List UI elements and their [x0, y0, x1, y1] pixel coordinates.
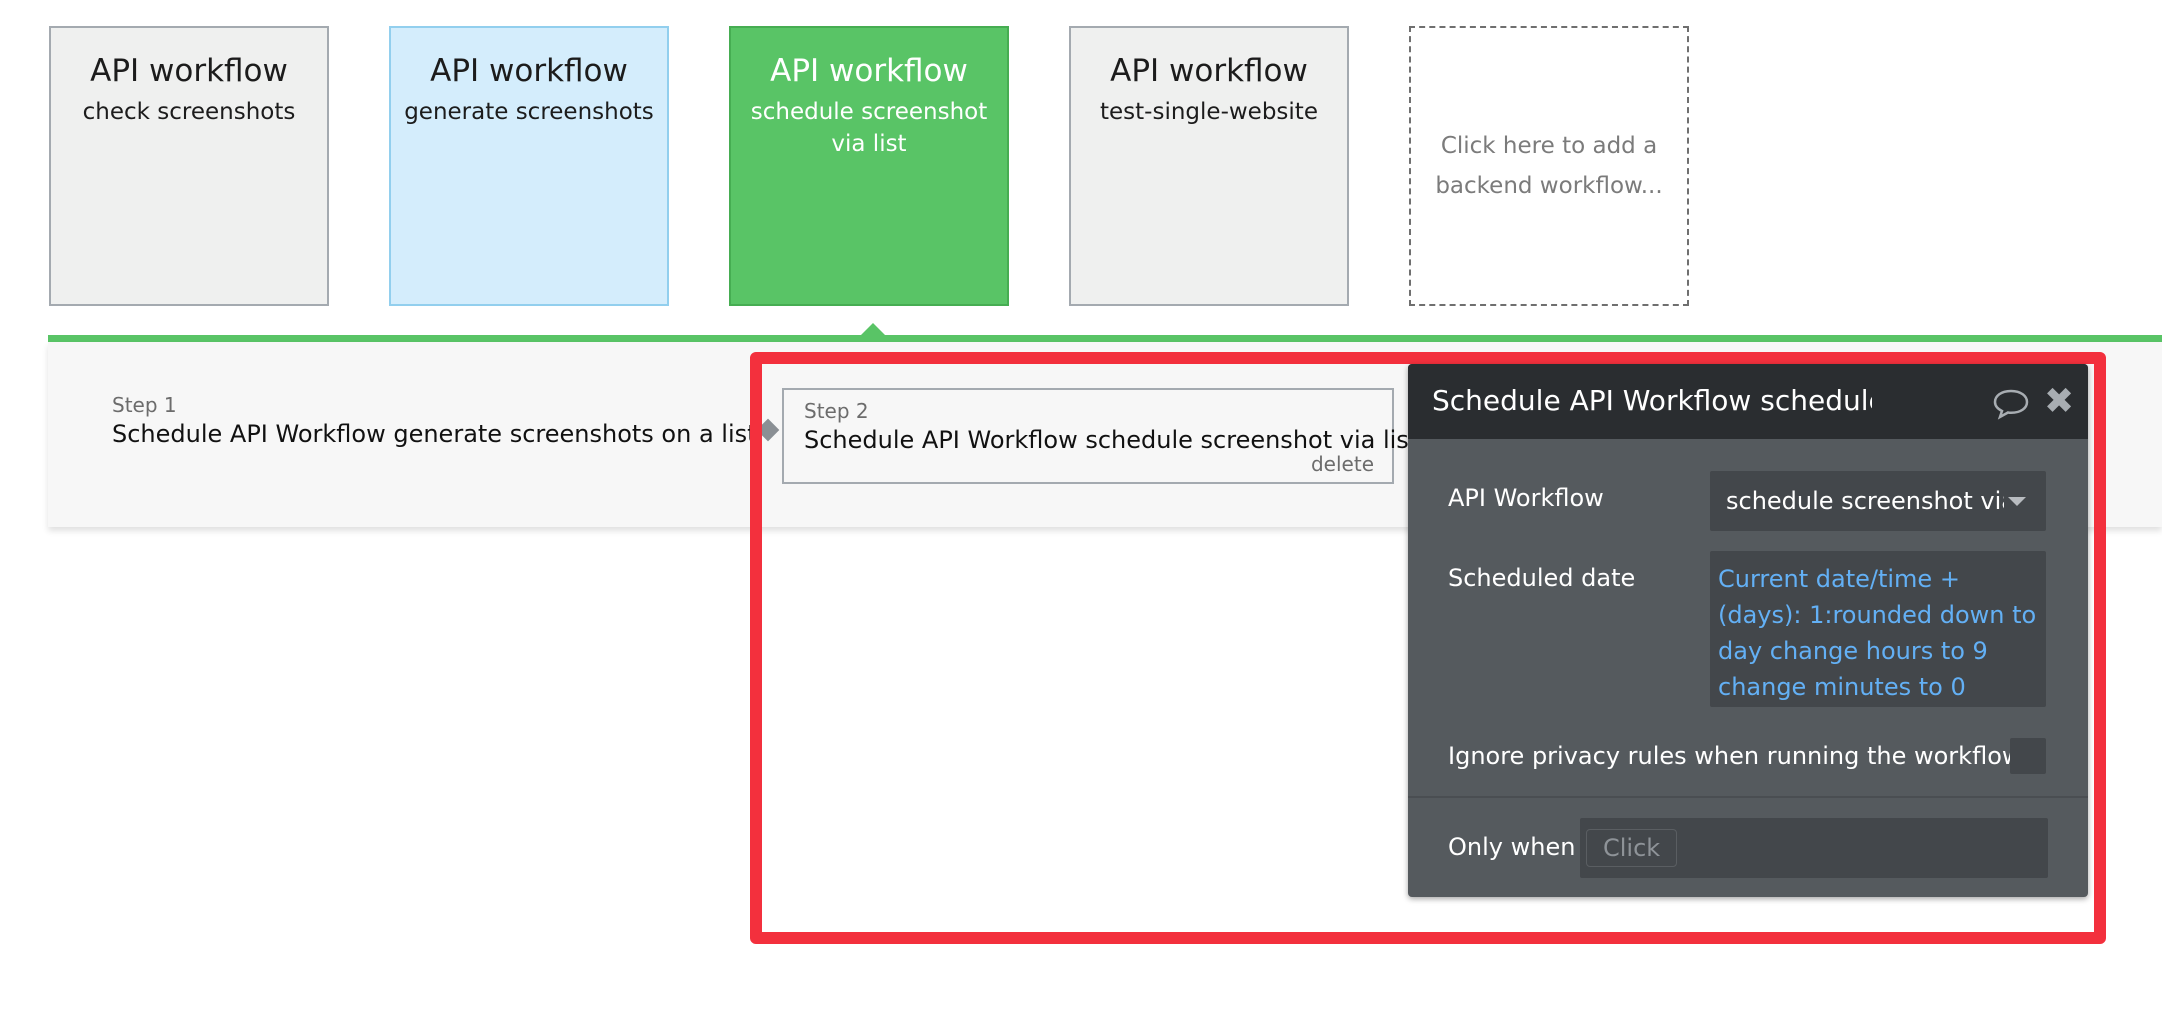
step-connector-icon: [756, 418, 780, 442]
panel-divider: [1408, 796, 2088, 798]
api-workflow-value: schedule screenshot via list: [1726, 487, 2004, 515]
step-title: Schedule API Workflow generate screensho…: [112, 420, 757, 448]
comment-icon[interactable]: [1992, 388, 2030, 420]
api-workflow-dropdown[interactable]: schedule screenshot via list: [1710, 471, 2046, 531]
step-1[interactable]: Step 1 Schedule API Workflow generate sc…: [112, 392, 757, 450]
workflow-card-schedule-screenshot-via-list[interactable]: API workflow schedule screenshot via lis…: [729, 26, 1009, 306]
add-backend-workflow-button[interactable]: Click here to add a backend workflow...: [1409, 26, 1689, 306]
panel-header[interactable]: Schedule API Workflow schedule screensho…: [1408, 364, 2088, 439]
only-when-condition-field[interactable]: Click: [1580, 818, 2048, 878]
workflow-card-generate-screenshots[interactable]: API workflow generate screenshots: [389, 26, 669, 306]
workflow-card-test-single-website[interactable]: API workflow test-single-website: [1069, 26, 1349, 306]
step-title: Schedule API Workflow schedule screensho…: [804, 426, 1419, 454]
api-workflow-label: API Workflow: [1448, 484, 1604, 512]
workflow-type-label: API workflow: [90, 53, 288, 89]
chevron-down-icon: [2008, 497, 2026, 506]
only-when-click-token[interactable]: Click: [1586, 829, 1678, 867]
step-number: Step 2: [804, 399, 869, 423]
ignore-privacy-label: Ignore privacy rules when running the wo…: [1448, 742, 2022, 770]
only-when-label: Only when: [1448, 833, 1576, 861]
scheduled-date-expression-field[interactable]: Current date/time +(days): 1:rounded dow…: [1710, 551, 2046, 707]
workflow-timeline-line: [48, 335, 2162, 342]
delete-step-link[interactable]: delete: [1311, 452, 1374, 476]
scheduled-date-expression[interactable]: Current date/time +(days): 1:rounded dow…: [1718, 561, 2038, 705]
add-workflow-label: Click here to add a backend workflow...: [1435, 133, 1663, 199]
step-number: Step 1: [112, 393, 177, 417]
workflow-card-check-screenshots[interactable]: API workflow check screenshots: [49, 26, 329, 306]
workflow-name-label: test-single-website: [1100, 99, 1318, 125]
panel-title: Schedule API Workflow schedule screensho…: [1432, 384, 1872, 417]
workflow-name-label: check screenshots: [82, 99, 296, 125]
workflow-type-label: API workflow: [1110, 53, 1308, 89]
step-2[interactable]: Step 2 Schedule API Workflow schedule sc…: [782, 388, 1419, 484]
close-icon[interactable]: ✖: [2044, 382, 2074, 422]
scheduled-date-label: Scheduled date: [1448, 564, 1636, 592]
action-property-editor: Schedule API Workflow schedule screensho…: [1408, 364, 2088, 897]
workflow-type-label: API workflow: [770, 53, 968, 89]
workflow-name-label: schedule screenshot via list: [750, 99, 988, 157]
workflow-name-label: generate screenshots: [404, 99, 654, 125]
ignore-privacy-checkbox[interactable]: [2010, 738, 2046, 774]
workflow-type-label: API workflow: [430, 53, 628, 89]
